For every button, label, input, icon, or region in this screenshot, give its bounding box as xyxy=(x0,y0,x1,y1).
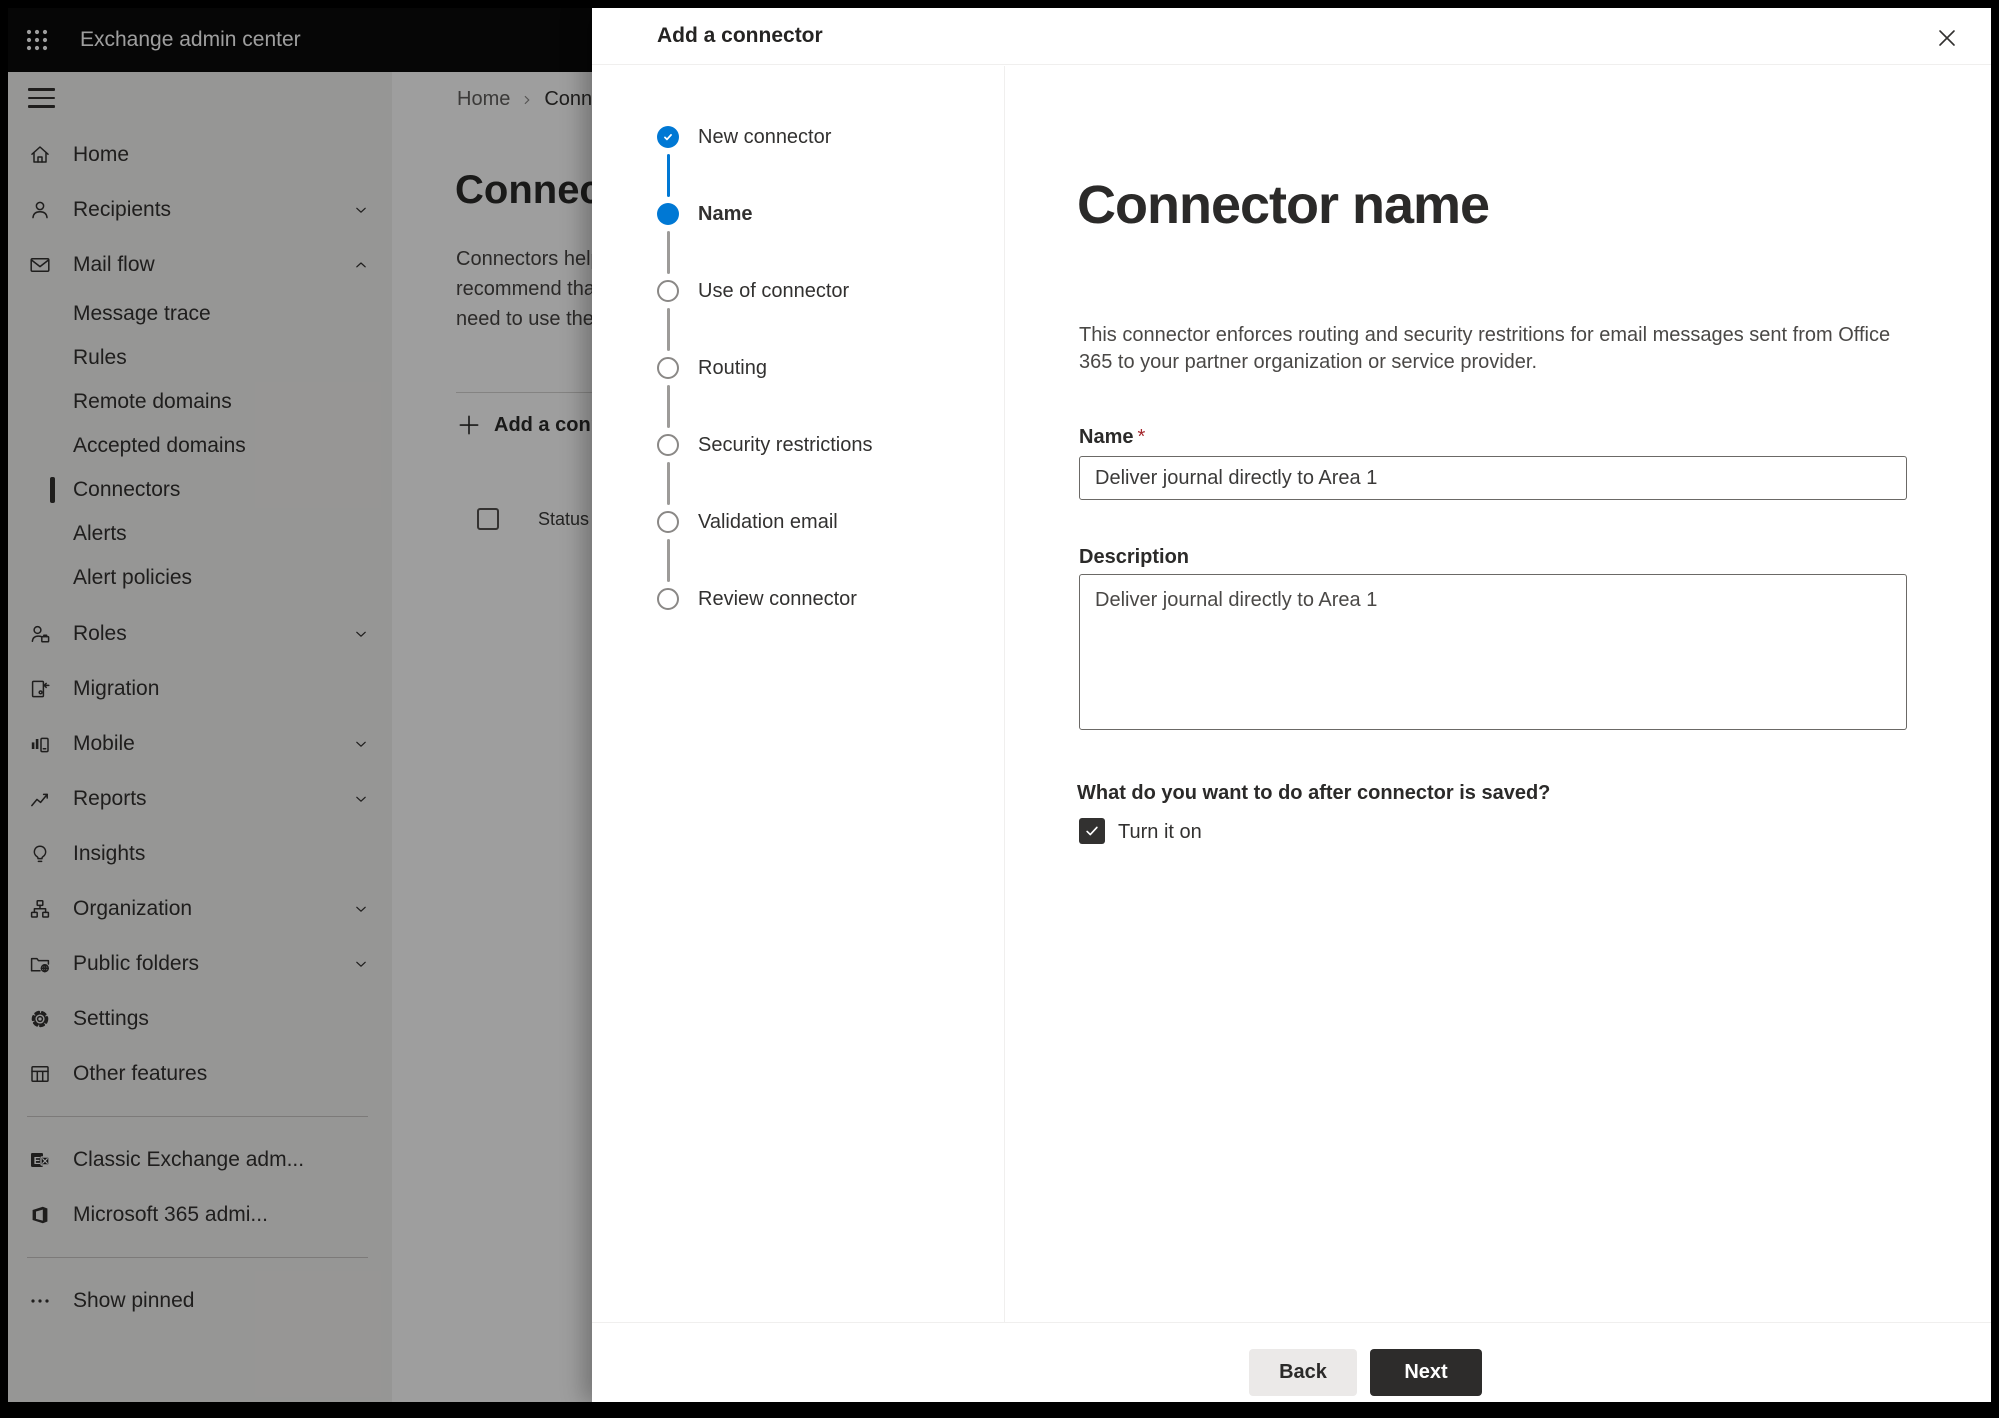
connector-name-input[interactable] xyxy=(1079,456,1907,500)
step-connector-line xyxy=(667,385,670,428)
wizard-steps-panel: New connector Name Use of connector Rout… xyxy=(592,66,1005,1322)
name-field-label: Name * xyxy=(1079,426,1146,448)
pane-description: This connector enforces routing and secu… xyxy=(1079,324,1891,373)
app-window: Exchange admin center Home Recipients Ma… xyxy=(8,8,1991,1402)
step-connector-line xyxy=(667,308,670,351)
add-connector-dialog: Add a connector New connector Name Use o… xyxy=(592,8,1991,1402)
checkmark-icon xyxy=(1086,826,1098,836)
step-todo-circle xyxy=(657,357,679,379)
step-connector-line xyxy=(667,462,670,505)
turn-it-on-label: Turn it on xyxy=(1118,821,1202,843)
dialog-content: Connector name This connector enforces r… xyxy=(1006,66,1991,1322)
step-connector-line xyxy=(667,539,670,582)
step-connector-line xyxy=(667,154,670,197)
step-todo-circle xyxy=(657,434,679,456)
back-button[interactable]: Back xyxy=(1249,1349,1357,1396)
dialog-title: Add a connector xyxy=(657,24,823,47)
step-current-dot xyxy=(657,203,679,225)
description-field-label: Description xyxy=(1079,546,1190,568)
step-done-check-icon xyxy=(657,126,679,148)
next-button[interactable]: Next xyxy=(1370,1349,1482,1396)
after-save-question: What do you want to do after connector i… xyxy=(1077,782,1551,804)
close-icon xyxy=(1939,30,1955,46)
dialog-footer: Back Next xyxy=(592,1322,1991,1402)
connector-description-textarea[interactable]: Deliver journal directly to Area 1 xyxy=(1079,574,1907,730)
close-button[interactable] xyxy=(1933,24,1961,52)
step-connector-line xyxy=(667,231,670,274)
dialog-header: Add a connector xyxy=(592,8,1991,65)
screen: { "colors": { "accent": "#0078d4", "topb… xyxy=(0,0,1999,1418)
pane-heading: Connector name xyxy=(1077,175,1490,235)
turn-it-on-checkbox[interactable] xyxy=(1079,818,1105,844)
step-todo-circle xyxy=(657,588,679,610)
step-todo-circle xyxy=(657,280,679,302)
required-asterisk: * xyxy=(1137,426,1146,448)
step-todo-circle xyxy=(657,511,679,533)
